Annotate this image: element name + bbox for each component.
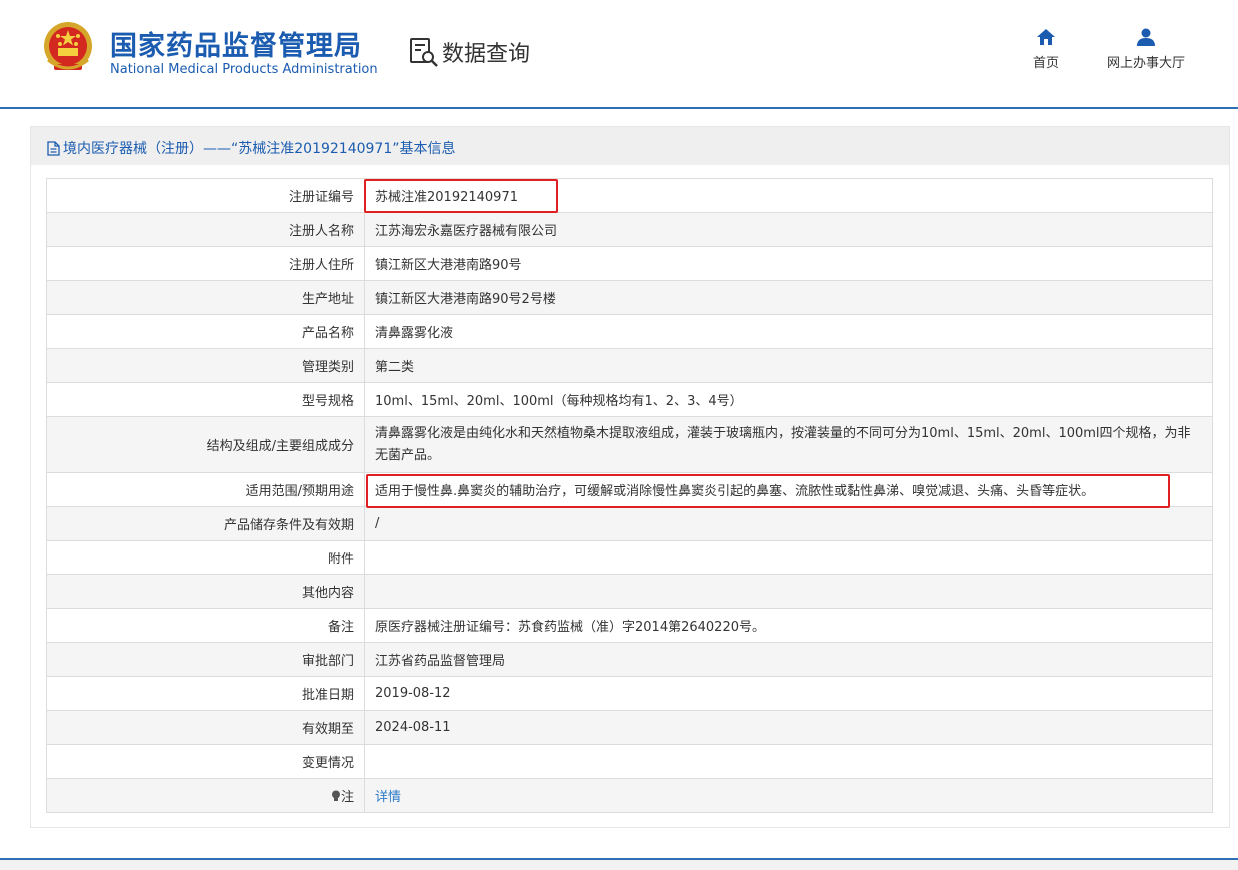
row-value: / [364, 506, 1213, 541]
row-label: 型号规格 [46, 382, 365, 417]
row-value [364, 744, 1213, 779]
row-label: 变更情况 [46, 744, 365, 779]
row-label: 生产地址 [46, 280, 365, 315]
row-label: 备注 [46, 608, 365, 643]
row-value: 江苏海宏永嘉医疗器械有限公司 [364, 212, 1213, 247]
brand-name-cn: 国家药品监督管理局 [110, 31, 362, 62]
nav-online-service-label: 网上办事大厅 [1106, 56, 1185, 71]
row-value: 2024-08-11 [364, 710, 1213, 745]
note-label: 注 [340, 790, 354, 805]
table-row: 注册证编号 苏械注准20192140971 [46, 178, 1213, 213]
info-table: 注册证编号 苏械注准20192140971 注册人名称 江苏海宏永嘉医疗器械有限… [46, 178, 1213, 813]
row-value: 2019-08-12 [364, 676, 1213, 711]
row-label: 注册人名称 [46, 212, 365, 247]
table-row: 注册人名称 江苏海宏永嘉医疗器械有限公司 [46, 212, 1213, 247]
row-label: 附件 [46, 540, 365, 575]
home-icon [1037, 29, 1055, 45]
row-value: 10ml、15ml、20ml、100ml（每种规格均有1、2、3、4号） [364, 382, 1213, 417]
header-divider [0, 107, 1238, 109]
row-value [364, 540, 1213, 575]
row-value [364, 574, 1213, 609]
user-icon [1137, 28, 1155, 46]
row-value: 江苏省药品监督管理局 [364, 642, 1213, 677]
row-label: 审批部门 [46, 642, 365, 677]
panel-header: 境内医疗器械（注册）——“苏械注准20192140971”基本信息 [31, 127, 1229, 165]
row-label: 管理类别 [46, 348, 365, 383]
nav-home-label: 首页 [1032, 56, 1059, 71]
table-row: 附件 [46, 540, 1213, 575]
table-row: 注册人住所 镇江新区大港港南路90号 [46, 246, 1213, 281]
row-value: 原医疗器械注册证编号：苏食药监械（准）字2014第2640220号。 [364, 608, 1213, 643]
table-row: 结构及组成/主要组成成分 清鼻露雾化液是由纯化水和天然植物桑木提取液组成，灌装于… [46, 416, 1213, 473]
document-icon [47, 140, 60, 156]
table-row: 有效期至 2024-08-11 [46, 710, 1213, 745]
query-title: 数据查询 [442, 42, 531, 67]
nav-home[interactable]: 首页 [1024, 28, 1068, 71]
row-value: 镇江新区大港港南路90号 [364, 246, 1213, 281]
table-row: 备注 原医疗器械注册证编号：苏食药监械（准）字2014第2640220号。 [46, 608, 1213, 643]
row-value: 苏械注准20192140971 [364, 178, 1213, 213]
row-value: 清鼻露雾化液 [364, 314, 1213, 349]
table-row: 产品储存条件及有效期 / [46, 506, 1213, 541]
table-row: 批准日期 2019-08-12 [46, 676, 1213, 711]
row-label: 注册证编号 [46, 178, 365, 213]
table-row: 管理类别 第二类 [46, 348, 1213, 383]
info-panel: 境内医疗器械（注册）——“苏械注准20192140971”基本信息 注册证编号 … [30, 126, 1230, 828]
row-value: 详情 [364, 778, 1213, 813]
brand-name-en: National Medical Products Administration [110, 62, 378, 77]
bulb-icon [331, 790, 340, 801]
row-value: 适用于慢性鼻.鼻窦炎的辅助治疗，可缓解或消除慢性鼻窦炎引起的鼻塞、流脓性或黏性鼻… [364, 472, 1213, 507]
row-label: 注册人住所 [46, 246, 365, 281]
nav-online-service[interactable]: 网上办事大厅 [1098, 28, 1194, 71]
panel-title: 境内医疗器械（注册）——“苏械注准20192140971”基本信息 [47, 138, 455, 158]
row-label-note: 注 [46, 778, 365, 813]
table-row: 注 详情 [46, 778, 1213, 813]
row-value: 第二类 [364, 348, 1213, 383]
row-value: 镇江新区大港港南路90号2号楼 [364, 280, 1213, 315]
site-header: 国家药品监督管理局 National Medical Products Admi… [0, 0, 1238, 107]
table-row: 适用范围/预期用途 适用于慢性鼻.鼻窦炎的辅助治疗，可缓解或消除慢性鼻窦炎引起的… [46, 472, 1213, 507]
table-row: 其他内容 [46, 574, 1213, 609]
row-label: 结构及组成/主要组成成分 [46, 416, 365, 473]
table-row: 型号规格 10ml、15ml、20ml、100ml（每种规格均有1、2、3、4号… [46, 382, 1213, 417]
row-label: 适用范围/预期用途 [46, 472, 365, 507]
row-label: 其他内容 [46, 574, 365, 609]
table-row: 审批部门 江苏省药品监督管理局 [46, 642, 1213, 677]
table-row: 产品名称 清鼻露雾化液 [46, 314, 1213, 349]
panel-title-text: 境内医疗器械（注册）——“苏械注准20192140971”基本信息 [63, 141, 456, 157]
row-label: 有效期至 [46, 710, 365, 745]
row-label: 产品储存条件及有效期 [46, 506, 365, 541]
table-row: 生产地址 镇江新区大港港南路90号2号楼 [46, 280, 1213, 315]
row-label: 批准日期 [46, 676, 365, 711]
row-value: 清鼻露雾化液是由纯化水和天然植物桑木提取液组成，灌装于玻璃瓶内，按灌装量的不同可… [364, 416, 1213, 473]
table-row: 变更情况 [46, 744, 1213, 779]
data-query-icon [410, 38, 438, 67]
details-link[interactable]: 详情 [375, 790, 401, 805]
footer [0, 860, 1238, 870]
national-emblem-icon [44, 22, 92, 70]
row-label: 产品名称 [46, 314, 365, 349]
